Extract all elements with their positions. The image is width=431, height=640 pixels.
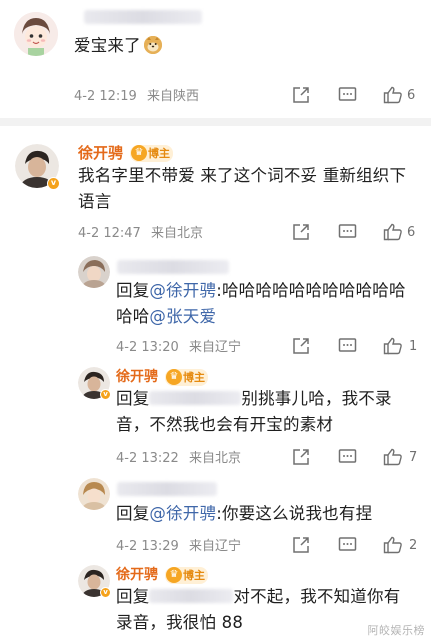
reply-3: v 徐开骋 ♛ 博主 回复 对不起，我不知道你有录音，我很怕 88 — [0, 562, 431, 640]
timestamp: 4-2 12:47 — [78, 226, 141, 241]
like-icon — [383, 86, 402, 104]
reply-meta: 4-2 13:22 来自北京 — [116, 451, 241, 467]
badge-label: 博主 — [148, 147, 170, 160]
share-button[interactable] — [292, 223, 310, 241]
mention-link[interactable]: @徐开骋 — [149, 281, 216, 300]
verified-icon: v — [47, 177, 60, 190]
doge-emoji-icon — [143, 36, 162, 54]
like-button[interactable] — [383, 223, 403, 241]
location: 来自北京 — [150, 226, 203, 241]
comment-1: v 徐开骋 ♛ 博主 我名字里不带爱 来了这个词不妥 重新组织下语言 4-2 12… — [0, 126, 431, 256]
crown-icon: ♛ — [166, 369, 182, 385]
like-count: 7 — [409, 450, 418, 465]
blurred-username — [117, 482, 217, 496]
comment-text-content: 爱宝来了 — [74, 36, 141, 55]
location: 来自陕西 — [146, 89, 199, 104]
reply-button[interactable] — [338, 536, 357, 554]
reply-0: 回复@徐开骋:哈哈哈哈哈哈哈哈哈哈哈哈哈@张天爱 4-2 13:20 来自辽宁 … — [0, 256, 431, 364]
like-count: 6 — [407, 225, 416, 240]
reply-meta: 4-2 13:20 来自辽宁 — [116, 340, 241, 356]
like-count: 2 — [409, 538, 418, 553]
share-button[interactable] — [292, 536, 310, 554]
share-icon — [293, 449, 309, 465]
reply-button[interactable] — [338, 448, 357, 466]
comment-0: 爱宝来了 4-2 12:19 来自陕西 6 — [0, 0, 431, 112]
like-icon — [383, 223, 402, 241]
crown-icon: ♛ — [166, 567, 182, 583]
location: 来自辽宁 — [188, 340, 241, 355]
timestamp: 4-2 13:20 — [116, 340, 179, 355]
reply-text: 回复@徐开骋:哈哈哈哈哈哈哈哈哈哈哈哈哈@张天爱 — [116, 278, 416, 330]
like-icon — [383, 337, 402, 355]
share-icon — [293, 87, 309, 103]
reply-prefix: 回复 — [116, 587, 150, 606]
reply-text-content: :你要这么说我也有捏 — [216, 504, 373, 523]
reply-prefix: 回复 — [116, 504, 150, 523]
reply-prefix: 回复 — [116, 281, 150, 300]
like-button[interactable] — [383, 86, 403, 104]
reply-text: 回复 别挑事儿哈，我不录音，不然我也会有开宝的素材 — [116, 386, 416, 438]
reply-button[interactable] — [338, 223, 357, 241]
like-icon — [383, 536, 402, 554]
verified-icon: v — [100, 389, 111, 400]
avatar[interactable] — [78, 256, 110, 288]
verified-icon: v — [100, 587, 111, 598]
mention-link[interactable]: @张天爱 — [149, 307, 216, 326]
comment-icon — [338, 537, 357, 551]
comment-meta: 4-2 12:19 来自陕西 — [74, 89, 199, 105]
reply-prefix: 回复 — [116, 389, 150, 408]
like-button[interactable] — [383, 448, 403, 466]
crown-icon: ♛ — [131, 145, 147, 161]
reply-2: 回复@徐开骋:你要这么说我也有捏 4-2 13:29 来自辽宁 2 — [0, 474, 431, 562]
like-button[interactable] — [383, 337, 403, 355]
reply-text: 回复@徐开骋:你要这么说我也有捏 — [116, 501, 416, 527]
reply-meta: 4-2 13:29 来自辽宁 — [116, 539, 241, 555]
like-icon — [383, 448, 402, 466]
like-button[interactable] — [383, 536, 403, 554]
share-button[interactable] — [292, 86, 310, 104]
comment-text: 我名字里不带爱 来了这个词不妥 重新组织下语言 — [78, 166, 407, 211]
comment-icon — [338, 224, 357, 238]
timestamp: 4-2 12:19 — [74, 89, 137, 104]
comment-icon — [338, 338, 357, 352]
share-button[interactable] — [292, 337, 310, 355]
reply-button[interactable] — [338, 86, 357, 104]
avatar[interactable] — [14, 12, 58, 56]
location: 来自辽宁 — [188, 539, 241, 554]
like-count: 6 — [407, 88, 416, 103]
blurred-mention — [149, 391, 242, 405]
reply-button[interactable] — [338, 337, 357, 355]
location: 来自北京 — [188, 451, 241, 466]
comment-icon — [338, 449, 357, 463]
author-name[interactable]: 徐开骋 — [116, 368, 158, 386]
author-name[interactable]: 徐开骋 — [78, 144, 123, 162]
share-button[interactable] — [292, 448, 310, 466]
blogger-badge: ♛ 博主 — [165, 369, 208, 386]
share-icon — [293, 537, 309, 553]
like-count: 1 — [409, 339, 418, 354]
blogger-badge: ♛ 博主 — [130, 145, 173, 162]
blurred-username — [84, 10, 202, 24]
timestamp: 4-2 13:22 — [116, 451, 179, 466]
section-divider — [0, 118, 431, 126]
blurred-username — [117, 260, 229, 274]
comment-text: 爱宝来了 — [74, 33, 162, 59]
timestamp: 4-2 13:29 — [116, 539, 179, 554]
avatar[interactable] — [78, 478, 110, 510]
comment-icon — [338, 87, 357, 101]
watermark: 阿皎娱乐榜 — [367, 624, 425, 637]
share-icon — [293, 338, 309, 354]
blurred-mention — [149, 589, 234, 603]
share-icon — [293, 224, 309, 240]
badge-label: 博主 — [183, 371, 205, 384]
author-name[interactable]: 徐开骋 — [116, 566, 158, 584]
blogger-badge: ♛ 博主 — [165, 567, 208, 584]
reply-1: v 徐开骋 ♛ 博主 回复 别挑事儿哈，我不录音，不然我也会有开宝的素材 4-2 1… — [0, 364, 431, 474]
mention-link[interactable]: @徐开骋 — [149, 504, 216, 523]
comment-meta: 4-2 12:47 来自北京 — [78, 226, 203, 242]
badge-label: 博主 — [183, 569, 205, 582]
